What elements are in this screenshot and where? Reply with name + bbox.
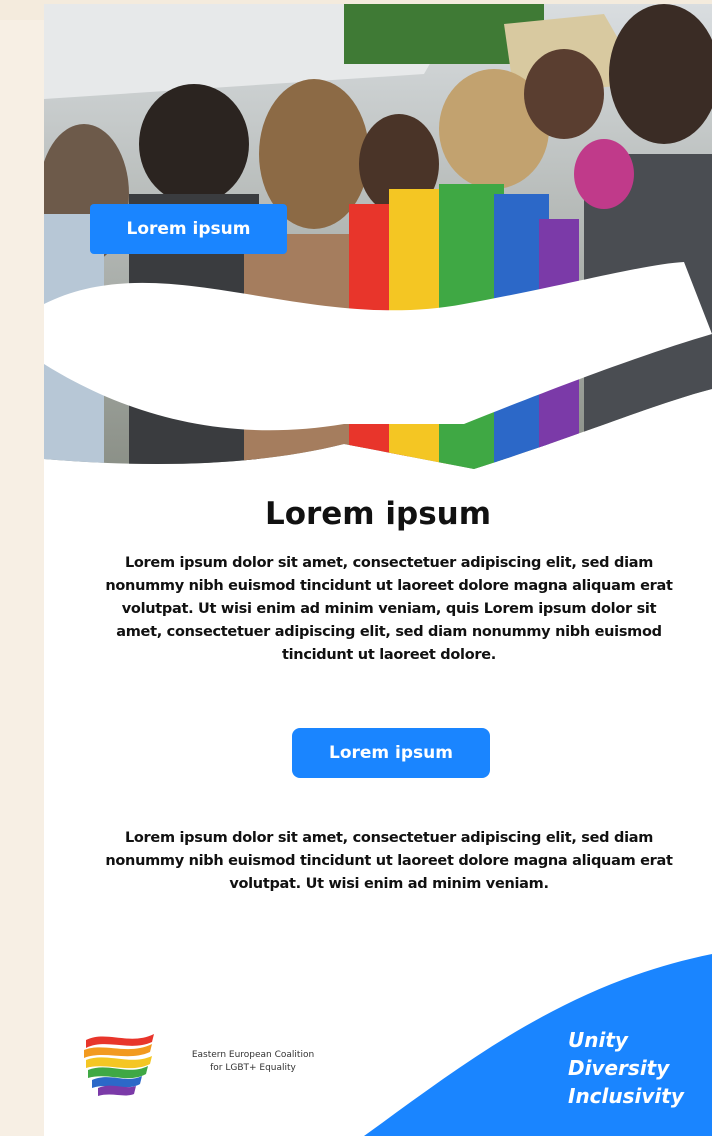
org-name-line-2: for LGBT+ Equality — [210, 1063, 296, 1073]
org-name-line-1: Eastern European Coalition — [191, 1050, 315, 1060]
background-panel — [0, 20, 50, 1136]
page-title: Lorem ipsum — [264, 496, 492, 532]
newsletter-card: Lorem ipsum Lorem ipsum Lorem ipsum dolo… — [44, 4, 712, 1136]
cta-button[interactable]: Lorem ipsum — [292, 728, 490, 778]
tagline-inclusivity: Inclusivity — [568, 1084, 684, 1108]
rainbow-ribbon-logo-icon — [84, 1034, 154, 1096]
tagline: Unity Diversity Inclusivity — [568, 1026, 708, 1110]
organization-name: Eastern European Coalition for LGBT+ Equ… — [168, 1049, 338, 1075]
tagline-unity: Unity — [568, 1028, 628, 1052]
tagline-diversity: Diversity — [568, 1056, 670, 1080]
intro-paragraph: Lorem ipsum dolor sit amet, consectetuer… — [105, 555, 673, 663]
secondary-paragraph: Lorem ipsum dolor sit amet, consectetuer… — [105, 830, 673, 892]
hero-section: Lorem ipsum — [44, 4, 712, 474]
hero-button[interactable]: Lorem ipsum — [90, 204, 287, 254]
